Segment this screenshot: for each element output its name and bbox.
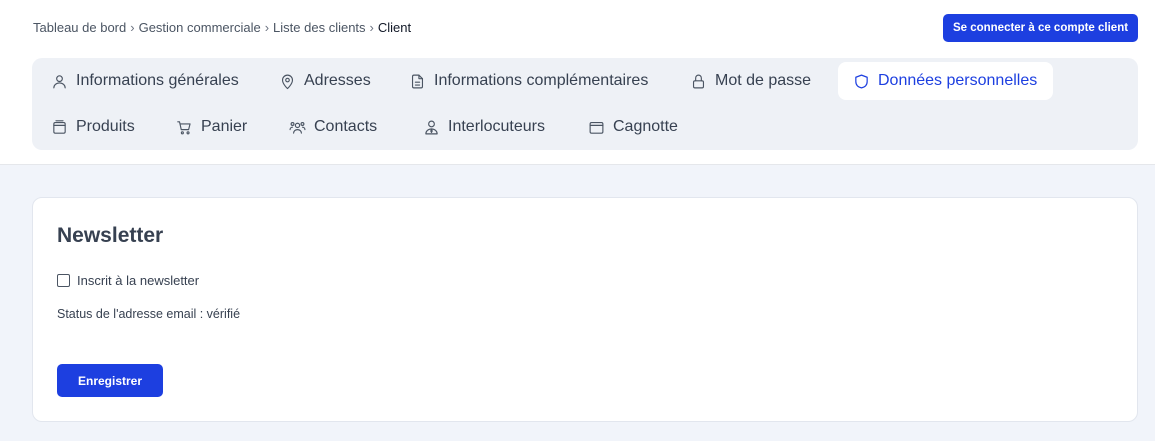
tab-password[interactable]: Mot de passe <box>690 62 811 100</box>
email-status-text: Status de l'adresse email : vérifié <box>57 307 241 321</box>
tab-contacts[interactable]: Contacts <box>289 108 377 146</box>
newsletter-title: Newsletter <box>57 224 164 247</box>
tab-bar: Informations générales Adresses Informat… <box>32 58 1138 150</box>
tab-addresses[interactable]: Adresses <box>279 62 371 100</box>
tab-label: Informations générales <box>76 72 239 89</box>
tab-label: Données personnelles <box>878 72 1038 89</box>
shield-icon <box>855 74 868 88</box>
breadcrumb-item-client-list[interactable]: Liste des clients <box>273 20 366 35</box>
cart-icon <box>177 120 191 134</box>
newsletter-card: Newsletter Inscrit à la newsletter Statu… <box>32 197 1138 422</box>
login-as-client-button[interactable]: Se connecter à ce compte client <box>943 14 1138 42</box>
tab-additional-info[interactable]: Informations complémentaires <box>409 62 648 100</box>
breadcrumb: Tableau de bord › Gestion commerciale › … <box>33 20 411 35</box>
header-area: Tableau de bord › Gestion commerciale › … <box>0 0 1155 165</box>
breadcrumb-item-commercial[interactable]: Gestion commerciale <box>139 20 261 35</box>
person-tie-icon <box>425 120 438 134</box>
tab-label: Contacts <box>314 118 378 135</box>
tab-cart[interactable]: Panier <box>176 108 247 146</box>
tab-label: Cagnotte <box>613 118 678 135</box>
tab-label: Interlocuteurs <box>448 118 545 135</box>
save-button[interactable]: Enregistrer <box>57 364 163 397</box>
box-icon <box>53 119 66 134</box>
users-icon <box>289 121 306 134</box>
lock-icon <box>692 74 705 88</box>
newsletter-checkbox[interactable] <box>57 274 70 287</box>
tab-personal-data[interactable]: Données personnelles <box>838 62 1054 100</box>
newsletter-subscription-row[interactable]: Inscrit à la newsletter <box>57 273 199 288</box>
user-icon <box>53 74 66 88</box>
tab-label: Panier <box>201 118 248 135</box>
document-icon <box>411 74 424 88</box>
breadcrumb-separator: › <box>369 20 374 35</box>
breadcrumb-item-dashboard[interactable]: Tableau de bord <box>33 20 126 35</box>
map-pin-icon <box>281 74 294 89</box>
tab-interlocutors[interactable]: Interlocuteurs <box>423 108 545 146</box>
wallet-icon <box>589 121 604 134</box>
tab-kitty[interactable]: Cagnotte <box>588 108 678 146</box>
tab-label: Produits <box>76 118 135 135</box>
breadcrumb-separator: › <box>130 20 135 35</box>
breadcrumb-separator: › <box>264 20 270 35</box>
tab-general-info[interactable]: Informations générales <box>51 62 239 100</box>
tab-label: Mot de passe <box>715 72 812 89</box>
tab-products[interactable]: Produits <box>51 108 135 146</box>
tab-label: Adresses <box>304 72 371 89</box>
breadcrumb-current: Client <box>377 20 412 35</box>
tab-label: Informations complémentaires <box>434 72 649 89</box>
newsletter-checkbox-label: Inscrit à la newsletter <box>77 273 200 288</box>
